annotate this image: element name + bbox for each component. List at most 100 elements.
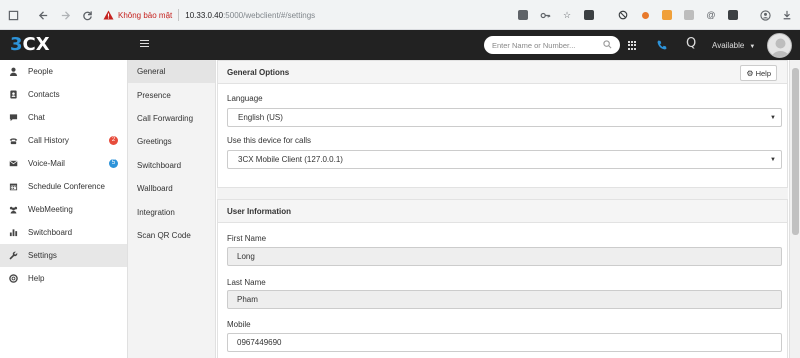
envelope-icon	[8, 158, 19, 169]
menu-icon[interactable]	[140, 40, 149, 48]
sidebar-item-contacts[interactable]: Contacts	[0, 83, 127, 106]
reload-button[interactable]	[76, 4, 98, 26]
app-header: 3CX Q Available▼	[0, 30, 800, 60]
sidebar-item-help[interactable]: Help	[0, 267, 127, 290]
dark-ext-icon[interactable]	[724, 6, 742, 24]
sidebar-item-label: Voice-Mail	[28, 159, 65, 168]
url-host: 10.33.0.40	[185, 10, 224, 20]
download-ext-icon[interactable]	[580, 6, 598, 24]
settings-nav-general[interactable]: General	[128, 60, 215, 84]
extension-bar: ☆ @	[514, 5, 796, 25]
back-button[interactable]	[32, 4, 54, 26]
swirl-ext-icon[interactable]: @	[702, 6, 720, 24]
block-ext-icon[interactable]	[614, 6, 632, 24]
sidebar-item-label: Switchboard	[28, 228, 73, 237]
settings-nav-wallboard[interactable]: Wallboard	[128, 177, 215, 200]
wrench-icon	[8, 250, 19, 261]
presence-q-icon[interactable]: Q	[686, 36, 696, 51]
phone-icon[interactable]	[656, 39, 668, 51]
sidebar-item-chat[interactable]: Chat	[0, 106, 127, 129]
language-label: Language	[227, 94, 263, 103]
call-history-badge: 2	[109, 136, 118, 145]
orange-ext-icon[interactable]	[636, 6, 654, 24]
help-button-label: Help	[755, 68, 771, 78]
3cx-logo[interactable]: 3CX	[10, 34, 50, 56]
general-options-title: General Options	[218, 61, 787, 84]
first-name-field[interactable]: Long	[227, 247, 782, 266]
phone-history-icon	[8, 135, 19, 146]
chat-icon	[8, 112, 19, 123]
help-button[interactable]: ⚙ Help	[740, 65, 777, 81]
search-input[interactable]	[492, 40, 592, 50]
settings-nav-presence[interactable]: Presence	[128, 83, 215, 106]
warning-icon	[103, 10, 114, 20]
url-path: :5000/webclient/#/settings	[223, 10, 316, 20]
sidebar-item-switchboard[interactable]: Switchboard	[0, 221, 127, 244]
device-select[interactable]: 3CX Mobile Client (127.0.0.1) ▼	[227, 150, 782, 169]
meeting-icon	[8, 204, 19, 215]
last-name-field[interactable]: Pham	[227, 290, 782, 309]
general-options-panel: General Options ⚙ Help Language English (…	[217, 60, 788, 188]
sidebar-item-label: WebMeeting	[28, 205, 73, 214]
search-icon[interactable]	[603, 40, 612, 49]
sidebar-item-label: People	[28, 67, 53, 76]
sidebar-item-webmeeting[interactable]: WebMeeting	[0, 198, 127, 221]
browser-toolbar: Không bảo mật 10.33.0.40:5000/webclient/…	[0, 0, 800, 30]
avatar[interactable]	[767, 33, 792, 58]
user-information-panel: User Information First Name Long Last Na…	[217, 199, 788, 358]
settings-nav-call-forwarding[interactable]: Call Forwarding	[128, 107, 215, 130]
profile-icon[interactable]	[756, 6, 774, 24]
translate-icon[interactable]	[514, 6, 532, 24]
user-information-title: User Information	[218, 200, 787, 223]
sidebar-item-people[interactable]: People	[0, 60, 127, 83]
chevron-down-icon: ▼	[770, 157, 776, 163]
help-icon	[8, 273, 19, 284]
settings-content: General Options ⚙ Help Language English (…	[217, 60, 788, 358]
settings-nav-scan-qr-code[interactable]: Scan QR Code	[128, 224, 215, 247]
status-dropdown[interactable]: Available ▼	[712, 41, 755, 50]
sidebar-item-label: Chat	[28, 113, 45, 122]
security-warning[interactable]: Không bảo mật	[118, 11, 172, 20]
settings-nav: General Presence Call Forwarding Greetin…	[128, 60, 216, 358]
sidebar-item-settings[interactable]: Settings	[0, 244, 127, 267]
contacts-icon	[8, 89, 19, 100]
user-icon	[8, 66, 19, 77]
downloads-icon[interactable]	[778, 6, 796, 24]
settings-nav-integration[interactable]: Integration	[128, 200, 215, 223]
key-icon[interactable]	[536, 6, 554, 24]
calendar-icon	[8, 181, 19, 192]
address-bar[interactable]: Không bảo mật 10.33.0.40:5000/webclient/…	[100, 5, 520, 25]
sidebar-item-label: Settings	[28, 251, 57, 260]
gear-icon: ⚙	[746, 68, 754, 78]
facebook-ext-icon[interactable]	[680, 6, 698, 24]
settings-nav-switchboard[interactable]: Switchboard	[128, 154, 215, 177]
forward-button[interactable]	[54, 4, 76, 26]
sidebar-item-voice-mail[interactable]: Voice-Mail 5	[0, 152, 127, 175]
sidebar-item-call-history[interactable]: Call History 2	[0, 129, 127, 152]
language-value: English (US)	[238, 113, 283, 122]
mobile-label: Mobile	[227, 320, 251, 329]
shield-ext-icon[interactable]	[658, 6, 676, 24]
url-separator	[178, 9, 180, 21]
device-label: Use this device for calls	[227, 136, 312, 145]
search-box[interactable]	[484, 36, 620, 54]
bookmark-star-icon[interactable]: ☆	[558, 6, 576, 24]
settings-nav-greetings[interactable]: Greetings	[128, 130, 215, 153]
sidebar-item-schedule-conference[interactable]: Schedule Conference	[0, 175, 127, 198]
scrollbar[interactable]	[789, 60, 800, 358]
language-select[interactable]: English (US) ▼	[227, 108, 782, 127]
dialpad-icon[interactable]	[628, 41, 637, 50]
scrollbar-thumb[interactable]	[792, 68, 799, 235]
mobile-field[interactable]: 0967449690	[227, 333, 782, 352]
sidebar: People Contacts Chat Call History 2 Voic…	[0, 60, 128, 358]
bar-chart-icon	[8, 227, 19, 238]
sidebar-item-label: Schedule Conference	[28, 182, 105, 191]
sidebar-item-label: Contacts	[28, 90, 60, 99]
sidebar-item-label: Call History	[28, 136, 69, 145]
first-name-label: First Name	[227, 234, 267, 243]
voice-mail-badge: 5	[109, 159, 118, 168]
tab-overview-icon[interactable]	[2, 4, 24, 26]
sidebar-item-label: Help	[28, 274, 45, 283]
